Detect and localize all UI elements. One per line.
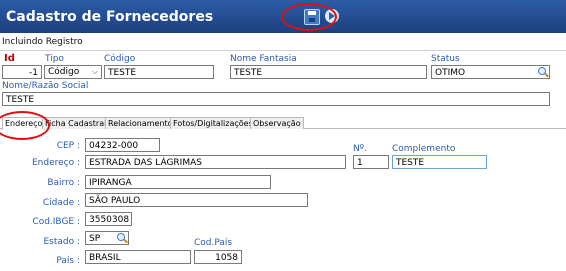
status-label: Status [431,54,460,64]
cep-field[interactable]: 04232-000 [85,138,160,152]
status-field[interactable]: OTIMO [431,65,550,79]
bairro-field[interactable]: IPIRANGA [85,175,271,189]
fantasia-label: Nome Fantasia [230,54,297,64]
codigo-field[interactable]: TESTE [104,65,214,79]
endereco-label: Endereço : [31,158,80,168]
estado-label: Estado : [43,237,80,247]
bairro-label: Bairro : [47,178,80,188]
tab-relacionamento[interactable]: Relacionamento [105,117,176,129]
ibge-field[interactable]: 3550308 [85,212,132,226]
id-label: Id [4,53,15,64]
numero-field[interactable]: 1 [353,155,389,169]
tab-ficha-cadastral[interactable]: Ficha Cadastral [42,117,110,129]
window-title: Cadastro de Fornecedores [6,9,214,25]
cidade-label: Cidade : [42,198,80,208]
codigo-label: Código [104,54,136,64]
tipo-select[interactable]: Código ⌵ [44,65,102,79]
tipo-select-value: Código [48,67,80,77]
pais-label: País : [56,256,80,266]
ibge-label: Cod.IBGE : [32,217,80,227]
tipo-label: Tipo [45,54,64,64]
estado-search-icon[interactable] [116,232,128,244]
separator [0,50,566,51]
complemento-field[interactable]: TESTE [392,155,487,169]
pais-field[interactable]: BRASIL [85,250,191,264]
complemento-label: Complemento [392,144,456,154]
tab-fotos-digitalizacoes[interactable]: Fotos/Digitalizações [170,117,256,129]
id-field[interactable]: -1 [2,65,42,79]
endereco-field[interactable]: ESTRADA DAS LÁGRIMAS [85,155,346,169]
toolbar-highlight-oval [281,3,337,31]
numero-label: Nº. [353,144,367,154]
tab-highlight-oval [0,111,50,140]
razao-label: Nome/Razão Social [2,81,89,91]
cidade-field[interactable]: SÃO PAULO [85,193,308,207]
chevron-down-icon: ⌵ [91,67,98,76]
fantasia-field[interactable]: TESTE [230,65,427,79]
razao-field[interactable]: TESTE [2,92,550,106]
tab-observacao[interactable]: Observação [250,117,304,129]
codpais-field[interactable]: 1058 [194,250,242,264]
cep-label: CEP : [56,141,80,151]
mode-label: Incluindo Registro [2,37,83,47]
codpais-label: Cod.País [194,238,233,248]
search-icon[interactable] [537,66,549,78]
